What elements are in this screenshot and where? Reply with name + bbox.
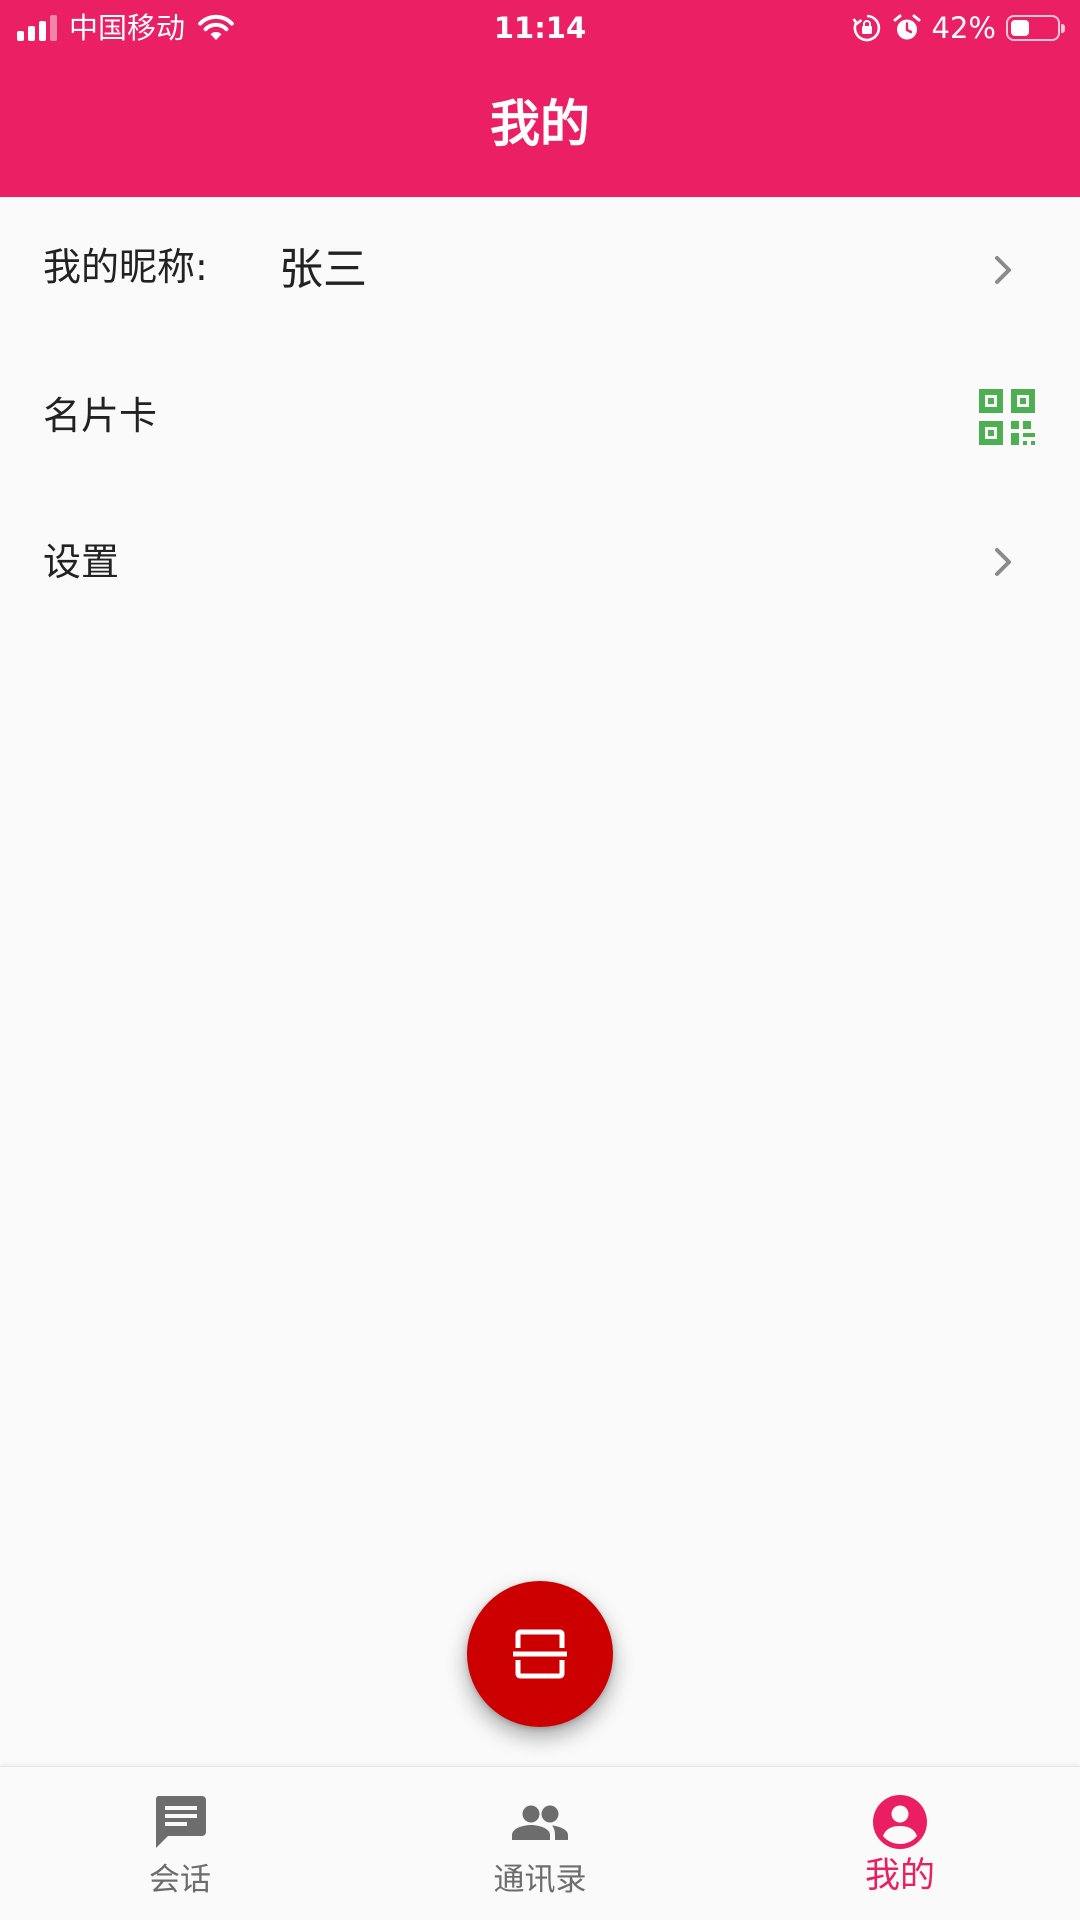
page-title: 我的 (490, 95, 590, 153)
nickname-row[interactable]: 我的昵称: 张三 (0, 197, 1080, 343)
chat-icon (150, 1792, 210, 1852)
tab-me-label: 我的 (864, 1856, 935, 1896)
battery-level (1011, 20, 1029, 36)
app-header: 中国移动 11:14 42% 我的 (0, 0, 1080, 197)
profile-screen: 中国移动 11:14 42% 我的 我的昵称: 张三 名片卡 设置 会话 通讯录… (0, 0, 1080, 1920)
contacts-icon (510, 1792, 570, 1852)
settings-row[interactable]: 设置 (0, 489, 1080, 635)
tab-contacts[interactable]: 通讯录 (360, 1767, 720, 1920)
nickname-label: 我的昵称: (43, 245, 208, 289)
alarm-icon (892, 13, 922, 43)
scan-icon (512, 1626, 568, 1682)
tab-contacts-label: 通讯录 (493, 1862, 587, 1898)
tab-me[interactable]: 我的 (720, 1767, 1080, 1920)
chevron-right-icon (986, 253, 1020, 287)
account-circle-icon (870, 1792, 930, 1852)
business-card-label: 名片卡 (43, 394, 158, 438)
scan-button[interactable] (467, 1581, 613, 1727)
settings-label: 设置 (43, 540, 120, 584)
chevron-right-icon (986, 545, 1020, 579)
nickname-value: 张三 (279, 244, 367, 295)
qr-code-icon[interactable] (979, 389, 1035, 445)
status-bar: 中国移动 11:14 42% (0, 0, 1080, 56)
tab-chats[interactable]: 会话 (0, 1767, 360, 1920)
battery-icon (1006, 15, 1065, 41)
business-card-row[interactable]: 名片卡 (0, 343, 1080, 489)
bottom-navigation: 会话 通讯录 我的 (0, 1766, 1080, 1920)
status-right: 42% (852, 8, 1066, 48)
tab-chats-label: 会话 (149, 1862, 211, 1898)
orientation-lock-icon (852, 13, 882, 43)
battery-percent: 42% (931, 11, 996, 45)
